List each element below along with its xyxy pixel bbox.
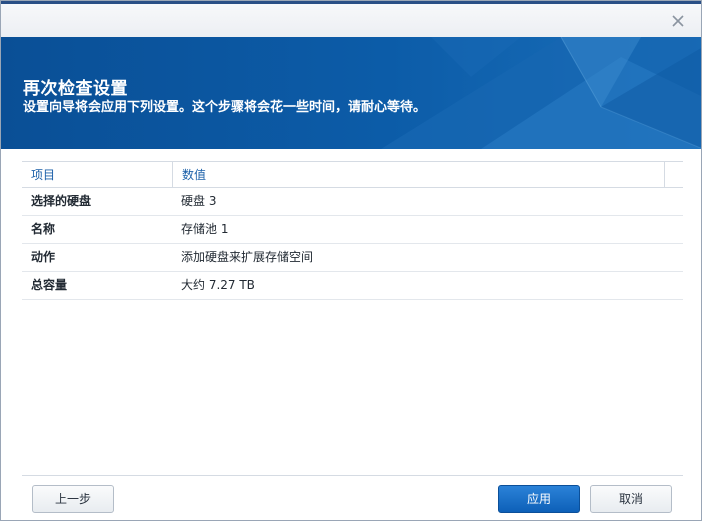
close-button[interactable] <box>669 12 687 30</box>
table-header: 项目 数值 <box>22 161 683 188</box>
apply-button[interactable]: 应用 <box>498 485 580 513</box>
table-row[interactable]: 选择的硬盘 硬盘 3 <box>22 188 683 216</box>
row-value: 硬盘 3 <box>181 194 217 208</box>
column-header-item[interactable]: 项目 <box>22 162 173 188</box>
settings-table: 项目 数值 选择的硬盘 硬盘 3 名称 存储池 1 动作 添加硬盘来扩展存储空间… <box>22 161 683 300</box>
row-key: 总容量 <box>31 278 68 292</box>
wizard-dialog: 再次检查设置 设置向导将会应用下列设置。这个步骤将会花一些时间，请耐心等待。 项… <box>0 0 702 521</box>
back-button[interactable]: 上一步 <box>32 485 114 513</box>
row-value: 添加硬盘来扩展存储空间 <box>181 250 314 264</box>
row-key: 动作 <box>31 250 56 264</box>
column-header-value[interactable]: 数值 <box>173 162 665 188</box>
footer-divider <box>22 475 683 476</box>
row-value: 存储池 1 <box>181 222 229 236</box>
header-banner: 再次检查设置 设置向导将会应用下列设置。这个步骤将会花一些时间，请耐心等待。 <box>1 37 701 149</box>
row-value: 大约 7.27 TB <box>181 278 255 292</box>
close-icon <box>672 15 684 27</box>
row-key: 选择的硬盘 <box>31 194 92 208</box>
cancel-button[interactable]: 取消 <box>590 485 672 513</box>
table-row[interactable]: 名称 存储池 1 <box>22 216 683 244</box>
table-row[interactable]: 总容量 大约 7.27 TB <box>22 272 683 300</box>
table-row[interactable]: 动作 添加硬盘来扩展存储空间 <box>22 244 683 272</box>
title-bar <box>1 4 701 37</box>
row-key: 名称 <box>31 222 56 236</box>
dialog-subtitle: 设置向导将会应用下列设置。这个步骤将会花一些时间，请耐心等待。 <box>23 100 427 115</box>
column-header-filler <box>665 162 683 188</box>
